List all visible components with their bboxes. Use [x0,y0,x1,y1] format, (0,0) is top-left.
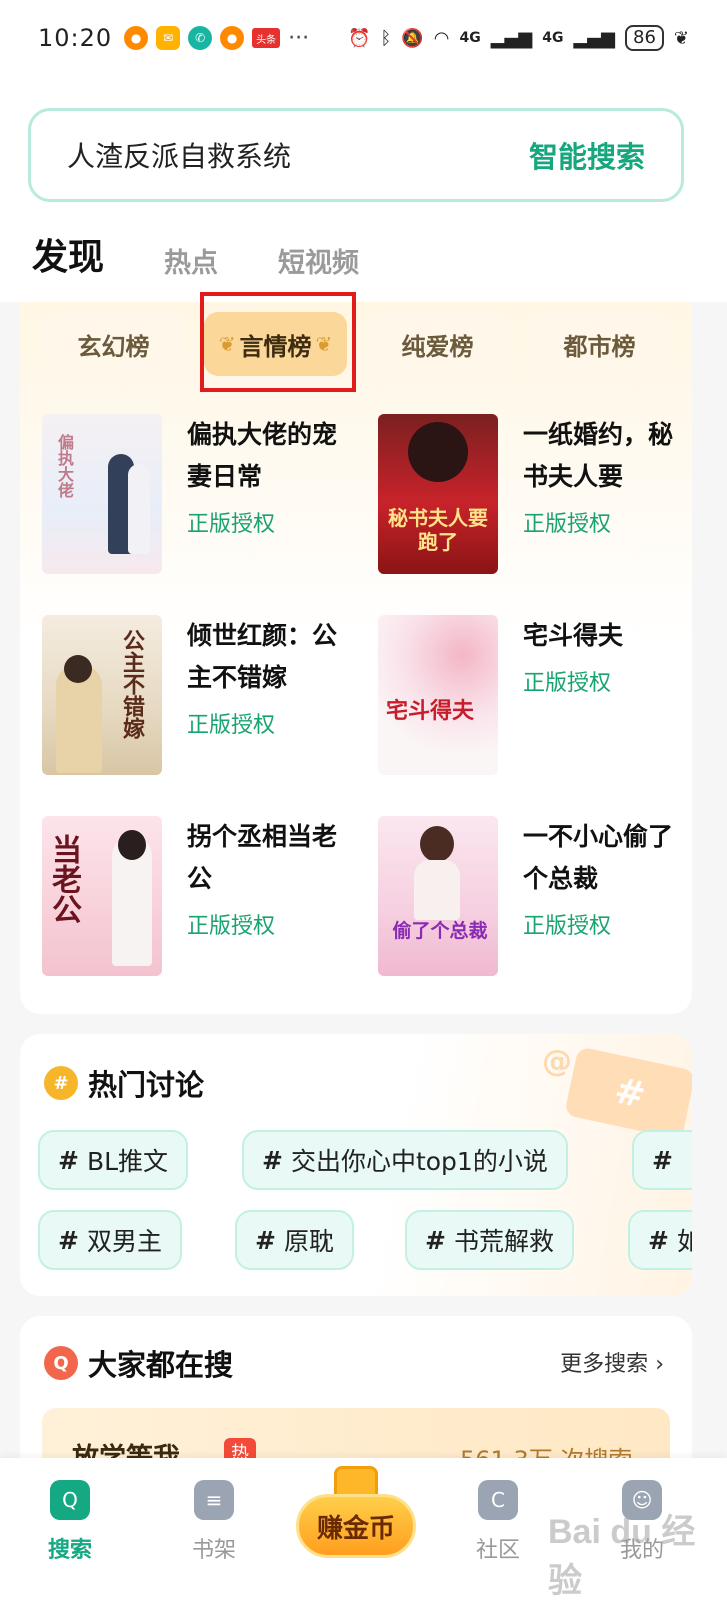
status-bar: 10:20 ● ✉ ✆ ● 头条 ··· ⏰ ᛒ 🔕 ◠ 4G ▂▄▆ 4G ▂… [0,0,727,76]
book-item[interactable]: 公主不错嫁 倾世红颜：公主不错嫁 正版授权 [42,615,352,775]
book-item[interactable]: 偏执大佬 偏执大佬的宠妻日常 正版授权 [42,414,352,574]
book-cover: 公主不错嫁 [42,615,162,775]
more-notifications-icon: ··· [288,25,310,51]
tab-discover[interactable]: 发现 [32,228,109,280]
header: 人渣反派自救系统 智能搜索 发现 热点 短视频 [0,76,727,302]
at-sign-decoration-icon: @ [542,1044,572,1079]
hot-topics-card: @ # # 热门讨论 # BL推文 # 交出你心中top1的小说 # # 双男主 # 原… [20,1034,692,1296]
book-item[interactable]: 偷了个总裁 一不小心偷了个总裁 正版授权 [378,816,688,976]
everyone-search-card: Q 大家都在搜 更多搜索 › 放学等我 热 561.3万 次搜索 [20,1316,692,1476]
hashtag-decoration-icon: # [564,1046,692,1140]
signal-icon: ▂▄▆ [490,27,533,49]
book-title: 拐个丞相当老公 [187,822,338,893]
search-box[interactable]: 人渣反派自救系统 智能搜索 [28,108,684,202]
watermark: Bai du 经验 [548,1513,696,1600]
battery-indicator: 86 [625,25,664,51]
topic-chip[interactable]: # 双男主 [38,1210,182,1270]
book-item[interactable]: 宅斗得夫 宅斗得夫 正版授权 [378,615,688,775]
leaf-icon: ❦ [673,27,689,49]
book-title: 一纸婚约，秘书夫人要 [523,420,674,491]
topic-chip[interactable]: # 如 [628,1210,692,1270]
alarm-icon: ⏰ [348,27,371,49]
book-item[interactable]: 当老公 拐个丞相当老公 正版授权 [42,816,352,976]
book-cover: 偏执大佬 [42,414,162,574]
highlight-annotation-box [200,292,356,392]
weibo-icon: ● [220,26,245,50]
ranking-card: 玄幻榜 ❦ 言情榜 ❦ 纯爱榜 都市榜 偏执大佬 偏执大佬的宠妻日常 正版授权 … [20,302,692,1014]
chevron-right-icon: › [655,1352,664,1377]
tab-short-video[interactable]: 短视频 [278,241,359,280]
rank-tab-urban[interactable]: 都市榜 [528,312,671,376]
book-tag: 正版授权 [187,713,276,738]
hash-icon: # [255,1225,276,1255]
book-title: 一不小心偷了个总裁 [523,822,674,893]
more-search-link[interactable]: 更多搜索 › [560,1346,664,1378]
hashtag-icon: # [44,1066,78,1100]
mail-icon: ✉ [156,26,181,50]
book-cover: 秘书夫人要跑了 [378,414,498,574]
toutiao-icon: 头条 [252,28,281,48]
hash-icon: # [58,1145,79,1175]
book-tag: 正版授权 [187,512,276,537]
hash-icon: # [648,1225,669,1255]
network-4g-2: 4G [542,30,564,46]
topic-chip[interactable]: # [632,1130,692,1190]
phone-icon: ✆ [188,26,213,50]
hash-icon: # [652,1145,673,1175]
search-icon: Q [44,1346,78,1380]
book-cover: 偷了个总裁 [378,816,498,976]
top-tabs: 发现 热点 短视频 [32,228,359,280]
tab-hot[interactable]: 热点 [164,241,218,280]
book-title: 宅斗得夫 [523,621,624,650]
search-query[interactable]: 人渣反派自救系统 [67,135,291,175]
mute-icon: 🔕 [401,27,424,49]
book-tag: 正版授权 [523,671,612,696]
book-title: 倾世红颜：公主不错嫁 [187,621,338,692]
nav-bookshelf[interactable]: ≡ 书架 [174,1480,254,1564]
book-tag: 正版授权 [523,512,612,537]
bookshelf-icon: ≡ [194,1480,234,1520]
everyone-search-title: 大家都在搜 [88,1348,234,1382]
search-icon: Q [50,1480,90,1520]
community-icon: C [478,1480,518,1520]
book-cover: 宅斗得夫 [378,615,498,775]
book-item[interactable]: 秘书夫人要跑了 一纸婚约，秘书夫人要 正版授权 [378,414,688,574]
topic-chip[interactable]: # 交出你心中top1的小说 [242,1130,568,1190]
clock: 10:20 [38,24,113,52]
book-cover: 当老公 [42,816,162,976]
weibo-icon: ● [124,26,149,50]
network-4g-1: 4G [459,30,481,46]
book-tag: 正版授权 [523,914,612,939]
rank-tab-fantasy[interactable]: 玄幻榜 [42,312,185,376]
rank-tabs: 玄幻榜 ❦ 言情榜 ❦ 纯爱榜 都市榜 [42,312,671,376]
topic-chip[interactable]: # BL推文 [38,1130,189,1190]
hash-icon: # [425,1225,446,1255]
signal-icon: ▂▄▆ [573,27,615,49]
topic-chip[interactable]: # 原耽 [235,1210,354,1270]
nav-community[interactable]: C 社区 [458,1480,538,1564]
hash-icon: # [262,1145,283,1175]
wifi-icon: ◠ [433,27,450,49]
hash-icon: # [58,1225,79,1255]
earn-coins-button[interactable]: 赚金币 [296,1458,416,1568]
rank-tab-pure-love[interactable]: 纯爱榜 [366,312,509,376]
book-tag: 正版授权 [187,914,276,939]
nav-search[interactable]: Q 搜索 [30,1480,110,1564]
hot-topics-title: 热门讨论 [88,1068,205,1102]
topic-chip[interactable]: # 书荒解救 [405,1210,574,1270]
smart-search-button[interactable]: 智能搜索 [529,134,645,176]
book-title: 偏执大佬的宠妻日常 [187,420,338,491]
bluetooth-icon: ᛒ [380,27,392,49]
